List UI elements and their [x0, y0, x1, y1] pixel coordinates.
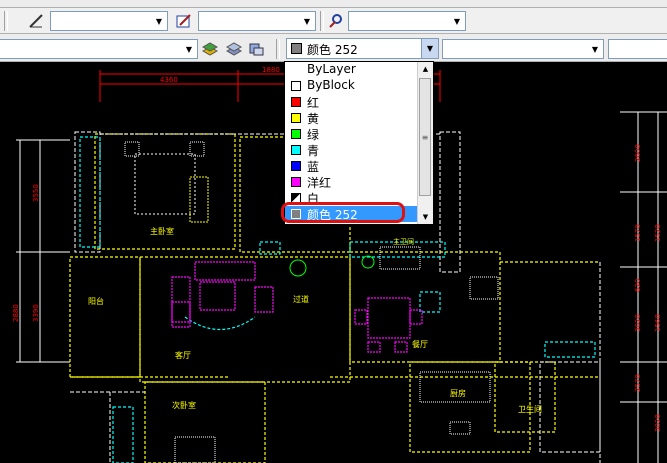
color-option-cyan[interactable]: 青: [285, 142, 418, 158]
room-label-balcony: 阳台: [88, 296, 104, 306]
chevron-down-icon[interactable]: ▼: [299, 12, 315, 30]
layer-states-icon[interactable]: [246, 38, 266, 58]
selection-highlight-ring: [281, 202, 405, 223]
color-option-label: 绿: [307, 128, 320, 142]
toolbar-separator: [320, 11, 324, 31]
color-swatch: [291, 113, 301, 123]
living-room-sofa: [171, 261, 274, 328]
layer-previous-icon[interactable]: [224, 38, 244, 58]
dim-right-2: 1570: [634, 224, 642, 242]
lineweight-combo[interactable]: [608, 39, 667, 59]
chevron-down-icon[interactable]: ▼: [151, 12, 167, 30]
color-combo[interactable]: 颜色 252 ▼: [286, 38, 439, 59]
chevron-down-icon[interactable]: ▼: [181, 40, 197, 58]
color-option-label: 洋红: [307, 176, 332, 190]
color-option-byblock[interactable]: ByBlock: [285, 78, 418, 94]
toolbar-styles: ▼ ▼ ▼: [0, 8, 667, 34]
right-dimensions: [620, 111, 667, 463]
room-label-corridor: 过道: [293, 294, 309, 304]
dropdown-scrollbar[interactable]: ▲ ≡ ▼: [417, 62, 433, 224]
toolbar-separator: [4, 11, 8, 31]
room-label-living-room: 客厅: [175, 350, 191, 360]
color-option-label: 青: [307, 144, 320, 158]
color-swatch: [291, 161, 301, 171]
room-label-kitchen: 厨房: [450, 388, 466, 398]
color-option-blue[interactable]: 蓝: [285, 158, 418, 174]
bed-furniture: [124, 141, 209, 223]
dim-left-3: 2880: [12, 304, 20, 322]
room-label-bathroom: 卫生间: [518, 404, 542, 414]
dim-left-2: 3390: [32, 304, 40, 322]
dimension-style-combo[interactable]: ▼: [50, 11, 168, 31]
dim-right-8: 3020: [654, 414, 662, 432]
room-label-master-bedroom: 主卧室: [150, 226, 174, 236]
color-swatch: [291, 97, 301, 107]
make-layer-current-icon[interactable]: [200, 38, 220, 58]
room-label-dining: 餐厅: [412, 340, 428, 349]
color-option-label: 黄: [307, 112, 320, 126]
dim-right-6: 1560: [654, 314, 662, 332]
color-option-yellow[interactable]: 黄: [285, 110, 418, 126]
layer-combo[interactable]: ▼: [0, 39, 198, 59]
dim-right-1: 2600: [634, 144, 642, 162]
dimension-style-icon[interactable]: [26, 11, 46, 31]
color-swatch: [291, 145, 301, 155]
color-swatch: [291, 129, 301, 139]
color-option-label: ByBlock: [307, 78, 355, 92]
color-value: 颜色 252: [307, 43, 358, 57]
table-style-combo[interactable]: ▼: [198, 11, 316, 31]
color-option-magenta[interactable]: 洋红: [285, 174, 418, 190]
color-swatch: [291, 81, 301, 91]
chevron-down-icon[interactable]: ▼: [449, 12, 465, 30]
left-dimensions: [16, 139, 70, 363]
room-label-master-bath: 主卫间: [393, 237, 414, 246]
scroll-down-arrow-icon[interactable]: ▼: [418, 210, 433, 224]
chevron-down-icon[interactable]: ▼: [587, 40, 603, 58]
current-color-swatch: [291, 43, 302, 54]
dim-right-3: 1520: [654, 224, 662, 242]
dim-right-5: 3020: [634, 314, 642, 332]
plants: [289, 255, 375, 277]
multileader-style-icon[interactable]: [326, 11, 346, 31]
color-option-label: 蓝: [307, 160, 320, 174]
scroll-thumb[interactable]: ≡: [419, 78, 431, 196]
dim-top-1: 4360: [160, 76, 178, 84]
scroll-up-arrow-icon[interactable]: ▲: [418, 62, 433, 76]
color-swatch: [291, 177, 301, 187]
dim-right-4: 620: [634, 279, 642, 292]
linetype-combo[interactable]: ▼: [442, 39, 604, 59]
table-style-icon[interactable]: [174, 11, 194, 31]
room-label-second-bedroom: 次卧室: [172, 400, 196, 410]
color-option-label: ByLayer: [307, 62, 356, 76]
color-option-red[interactable]: 红: [285, 94, 418, 110]
chevron-down-icon[interactable]: ▼: [421, 39, 438, 58]
dim-left-1: 3550: [32, 184, 40, 202]
dim-right-7: 2570: [634, 374, 642, 392]
toolbar-separator: [276, 39, 280, 59]
toolbar-layers-properties: ▼ 颜色 252 ▼ ▼: [0, 34, 667, 62]
color-dropdown-list[interactable]: ByLayer ByBlock 红 黄 绿 青 蓝 洋红 白 颜色 252 ▲ …: [284, 61, 434, 225]
multileader-style-combo[interactable]: ▼: [348, 11, 466, 31]
color-option-green[interactable]: 绿: [285, 126, 418, 142]
color-option-bylayer[interactable]: ByLayer: [285, 62, 418, 78]
color-option-label: 红: [307, 96, 320, 110]
dim-top-2: 1880: [262, 66, 280, 74]
toolbar-strip-top: [0, 0, 667, 8]
